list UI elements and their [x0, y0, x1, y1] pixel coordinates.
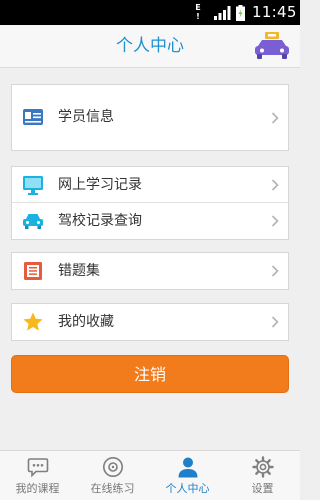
star-icon [23, 312, 43, 331]
tab-my-courses[interactable]: 我的课程 [0, 451, 75, 500]
tab-label: 设置 [251, 482, 274, 495]
menu-item-label: 驾校记录查询 [58, 213, 142, 229]
notebook-icon [24, 262, 42, 280]
tab-personal-center[interactable]: 个人中心 [150, 451, 225, 500]
chevron-right-icon [271, 179, 279, 191]
menu-item-label: 学员信息 [58, 109, 114, 125]
tab-settings[interactable]: 设置 [225, 451, 300, 500]
tab-label: 在线练习 [90, 482, 135, 495]
bottom-tab-bar: 我的课程 在线练习 个人中心 设置 [0, 450, 300, 500]
tab-online-practice[interactable]: 在线练习 [75, 451, 150, 500]
chevron-right-icon [271, 316, 279, 328]
app-header: 个人中心 [0, 25, 300, 68]
chevron-right-icon [271, 112, 279, 124]
menu-item-label: 错题集 [58, 263, 100, 279]
menu-group-profile: 学员信息 [11, 84, 289, 151]
status-bar: E! 11:45 [0, 0, 300, 25]
menu-group-favorites: 我的收藏 [11, 303, 289, 341]
person-icon [178, 457, 198, 478]
menu-item-label: 我的收藏 [58, 314, 114, 330]
tab-label: 我的课程 [15, 482, 60, 495]
menu-item-wrong-questions[interactable]: 错题集 [12, 253, 288, 289]
menu-item-driving-school-record[interactable]: 驾校记录查询 [12, 203, 288, 239]
chat-icon [27, 458, 49, 478]
car-icon[interactable] [252, 32, 292, 62]
menu-item-label: 网上学习记录 [58, 177, 142, 193]
menu-group-mistakes: 错题集 [11, 252, 289, 290]
chevron-right-icon [271, 265, 279, 277]
signal-icon [214, 6, 231, 20]
disc-icon [103, 457, 123, 477]
chevron-right-icon [271, 215, 279, 227]
car-icon [23, 214, 43, 229]
gear-icon [252, 456, 274, 478]
menu-item-online-study-record[interactable]: 网上学习记录 [12, 167, 288, 203]
menu-group-records: 网上学习记录 驾校记录查询 [11, 166, 289, 240]
status-time: 11:45 [252, 3, 297, 21]
menu-item-my-favorites[interactable]: 我的收藏 [12, 304, 288, 340]
menu-item-student-info[interactable]: 学员信息 [12, 85, 288, 150]
monitor-icon [23, 176, 43, 195]
battery-icon [236, 5, 245, 21]
id-card-icon [23, 109, 43, 125]
logout-button[interactable]: 注销 [11, 355, 289, 393]
tab-label: 个人中心 [165, 482, 210, 495]
